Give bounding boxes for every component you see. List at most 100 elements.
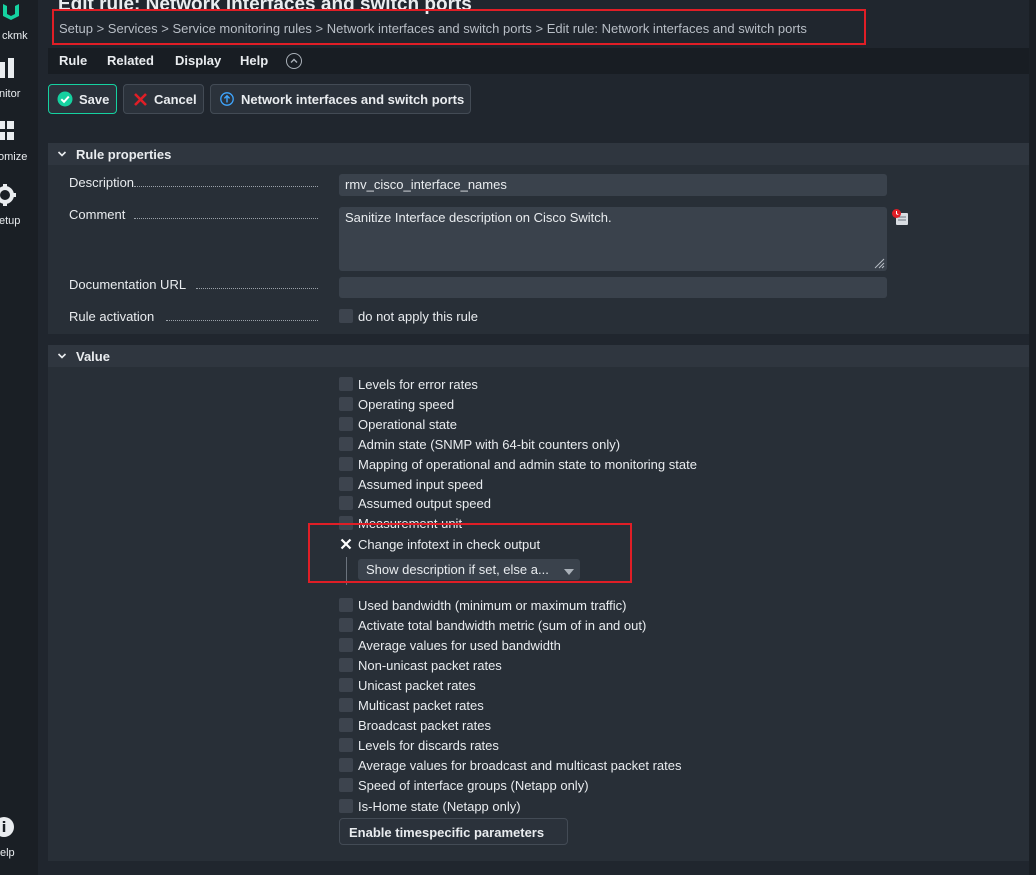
value-option-checkbox[interactable] [339,799,353,813]
nav-monitor[interactable]: nitor [0,58,38,103]
menu-display[interactable]: Display [175,53,221,68]
resize-handle-icon[interactable] [873,257,885,269]
nav-monitor-label: nitor [0,88,21,100]
main-content: Edit rule: Network interfaces and switch… [38,0,1029,875]
nav-help[interactable]: i elp [0,816,38,861]
value-option-label: Assumed output speed [358,496,491,511]
checkmk-logo-icon [3,4,19,20]
value-option-checkbox[interactable] [339,678,353,692]
description-label: Description [69,175,135,190]
nav-setup[interactable]: etup [0,184,38,229]
gear-icon [0,184,16,206]
value-title: Value [76,349,110,364]
value-option-label: Assumed input speed [358,477,484,492]
documentation-url-input[interactable] [339,277,887,298]
comment-value: Sanitize Interface description on Cisco … [345,210,612,225]
close-icon [134,92,147,106]
menu-related[interactable]: Related [107,53,154,68]
save-button[interactable]: Save [48,84,117,114]
value-option-label: Used bandwidth (minimum or maximum traff… [358,598,627,613]
nav-setup-label: etup [0,215,21,227]
value-option-checkbox[interactable] [339,417,353,431]
parent-ruleset-label: Network interfaces and switch ports [241,91,465,107]
help-icon: i [0,817,14,837]
rule-properties-section: Rule properties Description rmv_cisco_in… [48,143,1029,334]
value-option-label: Admin state (SNMP with 64-bit counters o… [358,437,621,452]
save-label: Save [79,91,110,107]
documentation-url-label: Documentation URL [69,277,187,292]
brand-label: ckmk [2,30,28,42]
disable-rule-checkbox[interactable] [339,309,353,323]
value-option-checkbox[interactable] [339,778,353,792]
value-option-checkbox[interactable] [339,598,353,612]
enable-timespecific-label: Enable timespecific parameters [349,825,545,840]
value-option-checkbox[interactable] [339,618,353,632]
value-option-label: Speed of interface groups (Netapp only) [358,778,589,793]
nav-customize[interactable]: omize [0,121,38,166]
chevron-up-icon [290,58,298,63]
documentation-url-leader [196,287,318,289]
parent-ruleset-button[interactable]: Network interfaces and switch ports [210,84,471,114]
value-option-label: Non-unicast packet rates [358,658,502,673]
value-option-label: Levels for error rates [358,377,478,392]
cancel-label: Cancel [154,91,197,107]
value-option-label: Operational state [358,417,458,432]
comment-label: Comment [69,207,126,222]
value-option-checkbox[interactable] [339,457,353,471]
cancel-button[interactable]: Cancel [123,84,204,114]
value-option-label: Mapping of operational and admin state t… [358,457,697,472]
left-navigation: ckmk nitor omize etup i elp [0,0,38,875]
value-option-checkbox[interactable] [339,718,353,732]
value-option-checkbox[interactable] [339,698,353,712]
value-option-checkbox[interactable] [339,738,353,752]
value-option-checkbox[interactable] [339,758,353,772]
value-option-label: Broadcast packet rates [358,718,491,733]
menu-help[interactable]: Help [240,53,268,68]
value-option-checkbox[interactable] [339,377,353,391]
arrow-up-circle-icon [220,92,234,106]
value-option-checkbox[interactable] [339,658,353,672]
value-option-label: Operating speed [358,397,455,412]
disable-rule-option-label: do not apply this rule [358,309,478,324]
brand-logo[interactable]: ckmk [0,0,38,45]
rule-properties-header[interactable]: Rule properties [48,143,1029,165]
highlight-infotext-box [308,523,632,583]
svg-text:i: i [2,820,7,836]
comment-textarea[interactable]: Sanitize Interface description on Cisco … [339,207,887,271]
grid-icon [0,121,14,140]
checkmark-circle-icon [57,91,73,107]
chevron-down-icon [57,151,67,157]
nav-customize-label: omize [0,151,28,163]
value-option-label: Average values for broadcast and multica… [358,758,682,773]
nav-help-label: elp [0,847,15,859]
description-leader [134,185,318,187]
collapse-menu-button[interactable] [286,53,302,69]
value-option-checkbox[interactable] [339,397,353,411]
value-option-label: Activate total bandwidth metric (sum of … [358,618,647,633]
comment-leader [134,217,318,219]
description-input[interactable]: rmv_cisco_interface_names [339,174,887,196]
value-option-checkbox[interactable] [339,496,353,510]
value-option-label: Multicast packet rates [358,698,484,713]
value-option-label: Unicast packet rates [358,678,476,693]
value-option-label: Average values for used bandwidth [358,638,561,653]
rule-activation-leader [166,319,318,321]
timestamp-comment-icon[interactable] [891,208,909,226]
enable-timespecific-button[interactable]: Enable timespecific parameters [339,818,568,845]
value-option-label: Levels for discards rates [358,738,499,753]
value-option-checkbox[interactable] [339,437,353,451]
bar-chart-icon [0,58,14,78]
value-option-label: Is-Home state (Netapp only) [358,799,521,814]
rule-activation-label: Rule activation [69,309,155,324]
right-sidebar-edge [1029,0,1036,875]
description-value: rmv_cisco_interface_names [345,177,507,192]
menu-bar: Rule Related Display Help [48,48,1029,74]
value-option-checkbox[interactable] [339,638,353,652]
menu-rule[interactable]: Rule [59,53,87,68]
value-section: Value Levels for error rates Operating sp… [48,345,1029,861]
chevron-down-icon [57,353,67,359]
highlight-title-box [52,9,866,45]
rule-properties-title: Rule properties [76,147,172,162]
value-option-checkbox[interactable] [339,477,353,491]
value-header[interactable]: Value [48,345,1029,367]
